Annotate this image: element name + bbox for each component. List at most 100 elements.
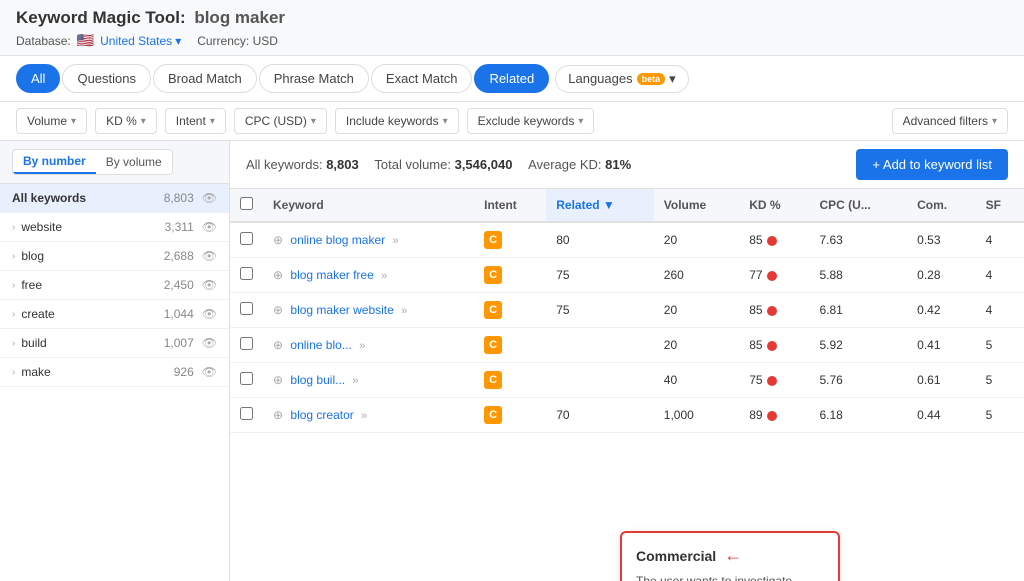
sidebar-item-make[interactable]: › make 926 👁 — [0, 358, 229, 387]
intent-cell: C — [474, 258, 546, 293]
col-volume: Volume — [654, 189, 739, 222]
kd-indicator — [767, 236, 777, 246]
eye-icon[interactable]: 👁 — [202, 278, 217, 292]
page-title: Keyword Magic Tool: blog maker — [16, 8, 1008, 28]
col-keyword: Keyword — [263, 189, 474, 222]
com-cell: 0.28 — [907, 258, 975, 293]
keyword-cell: ⊕ blog buil... » — [263, 363, 474, 398]
sf-cell: 5 — [976, 328, 1024, 363]
related-cell: 75 — [546, 258, 654, 293]
sidebar-item-website[interactable]: › website 3,311 👁 — [0, 213, 229, 242]
eye-icon[interactable]: 👁 — [202, 336, 217, 350]
intent-cell: C — [474, 222, 546, 258]
row-checkbox[interactable] — [240, 337, 253, 350]
row-checkbox[interactable] — [240, 372, 253, 385]
filter-exclude-keywords[interactable]: Exclude keywords ▾ — [467, 108, 595, 134]
cpc-cell: 5.88 — [810, 258, 908, 293]
col-checkbox — [230, 189, 263, 222]
keyword-table: Keyword Intent Related ▼ Volume KD % CPC… — [230, 189, 1024, 433]
related-cell: 80 — [546, 222, 654, 258]
eye-icon[interactable]: 👁 — [202, 365, 217, 379]
top-bar: Keyword Magic Tool: blog maker Database:… — [0, 0, 1024, 56]
kd-cell: 75 — [739, 363, 809, 398]
com-cell: 0.42 — [907, 293, 975, 328]
add-to-keyword-list-button[interactable]: + Add to keyword list — [856, 149, 1008, 180]
keyword-cell: ⊕ online blog maker » — [263, 222, 474, 258]
keyword-link[interactable]: online blog maker — [290, 233, 385, 247]
sidebar-item-create[interactable]: › create 1,044 👁 — [0, 300, 229, 329]
cpc-cell: 5.76 — [810, 363, 908, 398]
keyword-link[interactable]: online blo... — [290, 338, 351, 352]
col-cpc: CPC (U... — [810, 189, 908, 222]
sidebar-item-free[interactable]: › free 2,450 👁 — [0, 271, 229, 300]
filter-advanced[interactable]: Advanced filters ▾ — [892, 108, 1008, 134]
com-cell: 0.61 — [907, 363, 975, 398]
filters-bar: Volume ▾ KD % ▾ Intent ▾ CPC (USD) ▾ Inc… — [0, 102, 1024, 141]
row-checkbox[interactable] — [240, 232, 253, 245]
sf-cell: 5 — [976, 398, 1024, 433]
keyword-cell: ⊕ blog creator » — [263, 398, 474, 433]
keyword-link[interactable]: blog creator — [290, 408, 353, 422]
kd-cell: 85 — [739, 328, 809, 363]
sf-cell: 4 — [976, 293, 1024, 328]
keyword-cell: ⊕ online blo... » — [263, 328, 474, 363]
keyword-link[interactable]: blog buil... — [290, 373, 345, 387]
eye-icon[interactable]: 👁 — [202, 220, 217, 234]
table-row: ⊕ blog buil... » C 40 75 5.76 0.61 5 — [230, 363, 1024, 398]
tab-broad-match[interactable]: Broad Match — [153, 64, 257, 93]
eye-icon[interactable]: 👁 — [202, 191, 217, 205]
sf-cell: 5 — [976, 363, 1024, 398]
volume-cell: 260 — [654, 258, 739, 293]
row-checkbox[interactable] — [240, 407, 253, 420]
filter-kd[interactable]: KD % ▾ — [95, 108, 157, 134]
cpc-cell: 6.81 — [810, 293, 908, 328]
filter-include-keywords[interactable]: Include keywords ▾ — [335, 108, 459, 134]
row-checkbox[interactable] — [240, 302, 253, 315]
keyword-link[interactable]: blog maker free — [290, 268, 373, 282]
table-row: ⊕ blog maker website » C 75 20 85 6.81 0… — [230, 293, 1024, 328]
arrow-icon: ← — [724, 545, 742, 566]
cpc-cell: 6.18 — [810, 398, 908, 433]
select-all-checkbox[interactable] — [240, 197, 253, 210]
row-checkbox[interactable] — [240, 267, 253, 280]
tab-questions[interactable]: Questions — [62, 64, 151, 93]
intent-cell: C — [474, 328, 546, 363]
volume-cell: 20 — [654, 293, 739, 328]
eye-icon[interactable]: 👁 — [202, 307, 217, 321]
tab-phrase-match[interactable]: Phrase Match — [259, 64, 369, 93]
sidebar: By number By volume All keywords 8,803 👁… — [0, 141, 230, 581]
eye-icon[interactable]: 👁 — [202, 249, 217, 263]
volume-cell: 20 — [654, 328, 739, 363]
kd-indicator — [767, 306, 777, 316]
sidebar-item-blog[interactable]: › blog 2,688 👁 — [0, 242, 229, 271]
table-row: ⊕ blog maker free » C 75 260 77 5.88 0.2… — [230, 258, 1024, 293]
related-cell: 70 — [546, 398, 654, 433]
tabs-bar: All Questions Broad Match Phrase Match E… — [0, 56, 1024, 102]
col-related[interactable]: Related ▼ — [546, 189, 654, 222]
intent-cell: C — [474, 293, 546, 328]
table-row: ⊕ online blo... » C 20 85 5.92 0.41 5 — [230, 328, 1024, 363]
keyword-link[interactable]: blog maker website — [290, 303, 393, 317]
filter-intent[interactable]: Intent ▾ — [165, 108, 226, 134]
tab-languages[interactable]: Languages beta ▾ — [555, 65, 688, 93]
stats-row: All keywords: 8,803 Total volume: 3,546,… — [230, 141, 1024, 189]
toggle-by-volume[interactable]: By volume — [96, 150, 172, 174]
kd-indicator — [767, 411, 777, 421]
tab-all[interactable]: All — [16, 64, 60, 93]
com-cell: 0.53 — [907, 222, 975, 258]
toggle-by-number[interactable]: By number — [13, 150, 96, 174]
database-link[interactable]: United States ▾ — [100, 34, 181, 48]
filter-cpc[interactable]: CPC (USD) ▾ — [234, 108, 327, 134]
table-container: Keyword Intent Related ▼ Volume KD % CPC… — [230, 189, 1024, 581]
kd-cell: 77 — [739, 258, 809, 293]
kd-cell: 85 — [739, 293, 809, 328]
filter-volume[interactable]: Volume ▾ — [16, 108, 87, 134]
related-cell — [546, 328, 654, 363]
kd-cell: 89 — [739, 398, 809, 433]
tab-exact-match[interactable]: Exact Match — [371, 64, 473, 93]
sidebar-item-build[interactable]: › build 1,007 👁 — [0, 329, 229, 358]
sidebar-all-keywords[interactable]: All keywords 8,803 👁 — [0, 184, 229, 213]
cpc-cell: 5.92 — [810, 328, 908, 363]
keyword-cell: ⊕ blog maker free » — [263, 258, 474, 293]
tab-related[interactable]: Related — [474, 64, 549, 93]
